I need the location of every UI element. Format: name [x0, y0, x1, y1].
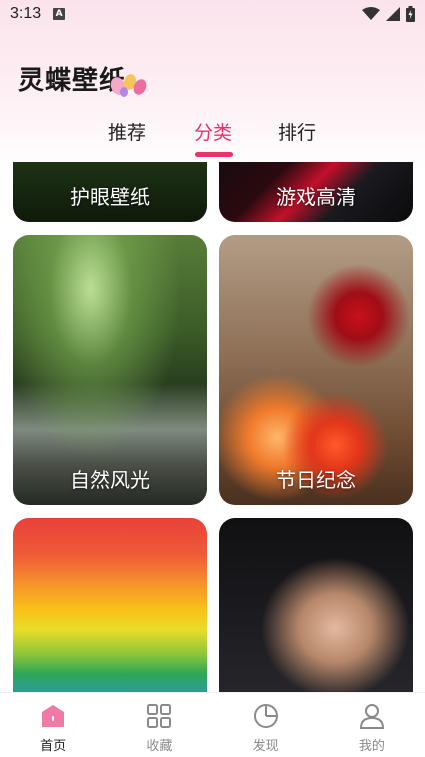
tab-category[interactable]: 分类	[194, 118, 232, 145]
nav-label-home: 首页	[40, 739, 67, 754]
pie-chart-icon	[253, 704, 278, 728]
nav-label-profile: 我的	[358, 739, 385, 754]
active-tab-indicator	[195, 152, 233, 157]
butterfly-logo-icon	[110, 74, 147, 97]
status-icons	[362, 6, 415, 22]
category-card-eyecare[interactable]: 护眼壁纸	[13, 162, 207, 222]
tab-recommend[interactable]: 推荐	[108, 118, 146, 145]
status-bar: 3:13 A	[0, 0, 425, 28]
category-grid: 护眼壁纸 游戏高清 自然风光 节日纪念	[0, 162, 425, 692]
wifi-icon	[362, 7, 380, 20]
nav-label-discover: 发现	[252, 739, 279, 754]
bottom-navigation: 首页 收藏 发现 我的	[0, 692, 425, 757]
category-label: 游戏高清	[276, 185, 356, 209]
category-card-holiday[interactable]: 节日纪念	[219, 235, 413, 505]
nav-label-favorites: 收藏	[146, 739, 173, 754]
nav-profile[interactable]: 我的	[319, 693, 425, 757]
category-card-nature[interactable]: 自然风光	[13, 235, 207, 505]
category-tabs: 推荐 分类 排行	[0, 112, 425, 160]
home-icon	[42, 705, 65, 727]
nav-favorites[interactable]: 收藏	[106, 693, 212, 757]
category-card-game[interactable]: 游戏高清	[219, 162, 413, 222]
notification-icon: A	[53, 8, 66, 20]
user-icon	[359, 704, 384, 729]
status-time: 3:13	[10, 5, 42, 22]
nav-discover[interactable]: 发现	[213, 693, 319, 757]
category-label: 护眼壁纸	[70, 185, 150, 209]
battery-icon	[406, 6, 415, 22]
category-label: 自然风光	[70, 468, 150, 492]
signal-icon	[386, 7, 400, 21]
nav-home[interactable]: 首页	[0, 693, 106, 757]
category-card-fitness[interactable]	[219, 518, 413, 692]
tab-ranking[interactable]: 排行	[278, 118, 316, 145]
category-card-colorful[interactable]	[13, 518, 207, 692]
grid-icon	[147, 704, 172, 728]
category-label: 节日纪念	[276, 468, 356, 492]
